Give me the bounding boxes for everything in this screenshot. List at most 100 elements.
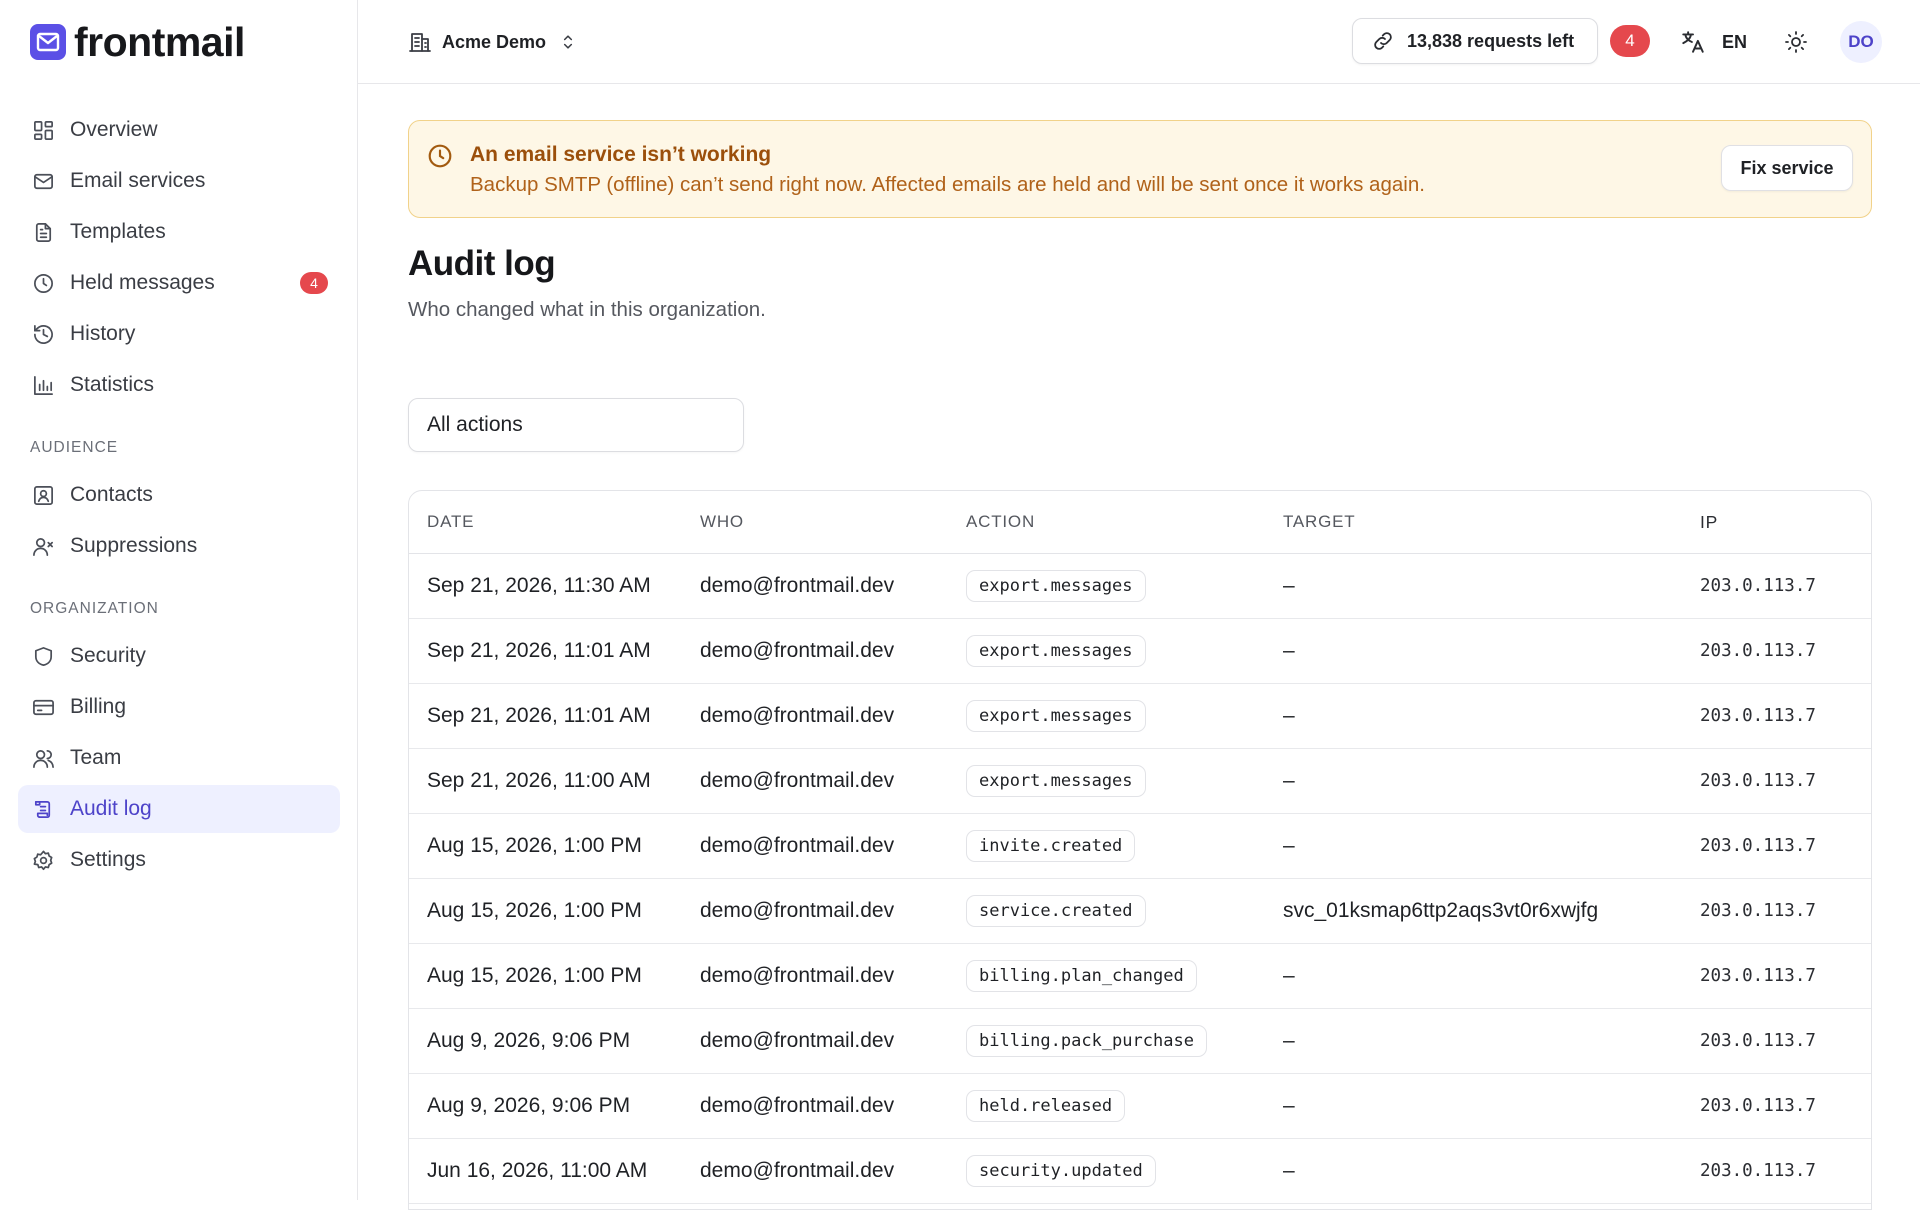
cell-ip: 203.0.113.7 [1700,1031,1816,1051]
cell-target: – [1283,1159,1295,1182]
table-row[interactable] [409,1204,1871,1209]
sidebar-item-settings[interactable]: Settings [18,836,340,884]
brand-logo[interactable]: frontmail [30,19,245,65]
cell-ip: 203.0.113.7 [1700,576,1816,596]
table-row[interactable]: Aug 9, 2026, 9:06 PM demo@frontmail.dev … [409,1009,1871,1074]
contact-card-icon [30,482,56,508]
cell-date: Sep 21, 2026, 11:01 AM [427,704,651,727]
sidebar-item-history[interactable]: History [18,310,340,358]
table-row[interactable]: Aug 15, 2026, 1:00 PM demo@frontmail.dev… [409,814,1871,879]
action-chip: invite.created [966,830,1136,862]
chevron-up-down-icon [563,35,573,49]
theme-toggle-button[interactable] [1782,28,1810,56]
fix-service-button[interactable]: Fix service [1721,145,1853,191]
table-row[interactable]: Sep 21, 2026, 11:01 AM demo@frontmail.de… [409,684,1871,749]
sidebar-item-templates[interactable]: Templates [18,208,340,256]
alert-body: Backup SMTP (offline) can’t send right n… [470,173,1425,196]
sidebar-item-audit-log[interactable]: Audit log [18,785,340,833]
cell-target: – [1283,639,1295,662]
sidebar-item-overview[interactable]: Overview [18,106,340,154]
column-header-who[interactable]: WHO [700,512,966,532]
table-row[interactable]: Sep 21, 2026, 11:01 AM demo@frontmail.de… [409,619,1871,684]
cell-who: demo@frontmail.dev [700,964,895,987]
sidebar-item-label: Settings [70,848,146,871]
sidebar-item-label: Email services [70,169,206,192]
user-avatar[interactable]: DO [1840,21,1882,63]
user-x-icon [30,533,56,559]
document-icon [30,219,56,245]
cell-target: – [1283,1029,1295,1052]
cell-date: Sep 21, 2026, 11:01 AM [427,639,651,662]
cell-target: svc_01ksmap6ttp2aqs3vt0r6xwjfg [1283,899,1599,922]
cell-action: security.updated [966,1155,1283,1187]
credit-card-icon [30,694,56,720]
sidebar-item-label: Templates [70,220,166,243]
bar-chart-icon [30,372,56,398]
cell-action: held.released [966,1090,1283,1122]
table-row[interactable]: Sep 21, 2026, 11:00 AM demo@frontmail.de… [409,749,1871,814]
alert-title: An email service isn’t working [470,143,772,166]
sidebar-item-email-services[interactable]: Email services [18,157,340,205]
column-header-ip[interactable]: IP [1700,512,1870,533]
cell-who: demo@frontmail.dev [700,1029,895,1052]
requests-left-button[interactable]: 13,838 requests left [1352,18,1598,64]
sidebar-item-held-messages[interactable]: Held messages 4 [18,259,340,307]
table-row[interactable]: Aug 15, 2026, 1:00 PM demo@frontmail.dev… [409,944,1871,1009]
action-chip: billing.pack_purchase [966,1025,1207,1057]
cell-ip: 203.0.113.7 [1700,706,1816,726]
action-chip: service.created [966,895,1146,927]
sidebar-item-label: Contacts [70,483,153,506]
action-chip: export.messages [966,765,1146,797]
cell-date: Aug 15, 2026, 1:00 PM [427,834,642,857]
table-header: DATE WHO ACTION TARGET IP [409,491,1871,554]
sidebar-item-label: Suppressions [70,534,198,557]
sidebar-item-team[interactable]: Team [18,734,340,782]
column-header-target[interactable]: TARGET [1283,512,1700,532]
cell-ip: 203.0.113.7 [1700,771,1816,791]
table-row[interactable]: Aug 9, 2026, 9:06 PM demo@frontmail.dev … [409,1074,1871,1139]
column-header-action[interactable]: ACTION [966,512,1283,532]
cell-who: demo@frontmail.dev [700,574,895,597]
cell-action: billing.pack_purchase [966,1025,1283,1057]
column-header-date[interactable]: DATE [409,512,700,532]
clock-icon [30,270,56,296]
sidebar-item-security[interactable]: Security [18,632,340,680]
link-icon [1374,32,1392,50]
cell-date: Aug 9, 2026, 9:06 PM [427,1094,631,1117]
org-switcher[interactable]: Acme Demo [408,26,578,58]
sidebar-item-label: Overview [70,118,158,141]
cell-ip: 203.0.113.7 [1700,641,1816,661]
cell-ip: 203.0.113.7 [1700,901,1816,921]
cell-who: demo@frontmail.dev [700,899,895,922]
cell-target: – [1283,834,1295,857]
table-row[interactable]: Jun 16, 2026, 11:00 AM demo@frontmail.de… [409,1139,1871,1204]
cell-target: – [1283,574,1295,597]
sidebar-nav: Overview Email services Templates Held m… [18,106,340,887]
cell-action: export.messages [966,700,1283,732]
cell-date: Aug 9, 2026, 9:06 PM [427,1029,631,1052]
table-row[interactable]: Sep 21, 2026, 11:30 AM demo@frontmail.de… [409,554,1871,619]
cell-target: – [1283,964,1295,987]
cell-ip: 203.0.113.7 [1700,836,1816,856]
cell-date: Sep 21, 2026, 11:30 AM [427,574,651,597]
language-switcher[interactable]: EN [1680,26,1747,58]
sidebar-item-contacts[interactable]: Contacts [18,471,340,519]
page-title: Audit log [408,244,556,283]
sidebar-item-billing[interactable]: Billing [18,683,340,731]
held-messages-badge: 4 [300,272,328,294]
action-filter-select[interactable]: All actions [408,398,744,452]
brand-name: frontmail [74,18,245,65]
cell-ip: 203.0.113.7 [1700,1161,1816,1181]
cell-action: export.messages [966,570,1283,602]
action-chip: billing.plan_changed [966,960,1197,992]
top-bar: Acme Demo 13,838 requests left 4 EN DO [358,0,1920,84]
cell-who: demo@frontmail.dev [700,1159,895,1182]
notifications-badge[interactable]: 4 [1610,25,1650,57]
requests-left-label: 13,838 requests left [1407,30,1575,51]
sidebar-item-statistics[interactable]: Statistics [18,361,340,409]
table-row[interactable]: Aug 15, 2026, 1:00 PM demo@frontmail.dev… [409,879,1871,944]
sidebar-item-suppressions[interactable]: Suppressions [18,522,340,570]
action-chip: security.updated [966,1155,1156,1187]
audit-log-table: DATE WHO ACTION TARGET IP Sep 21, 2026, … [408,490,1872,1210]
building-icon [409,33,431,52]
